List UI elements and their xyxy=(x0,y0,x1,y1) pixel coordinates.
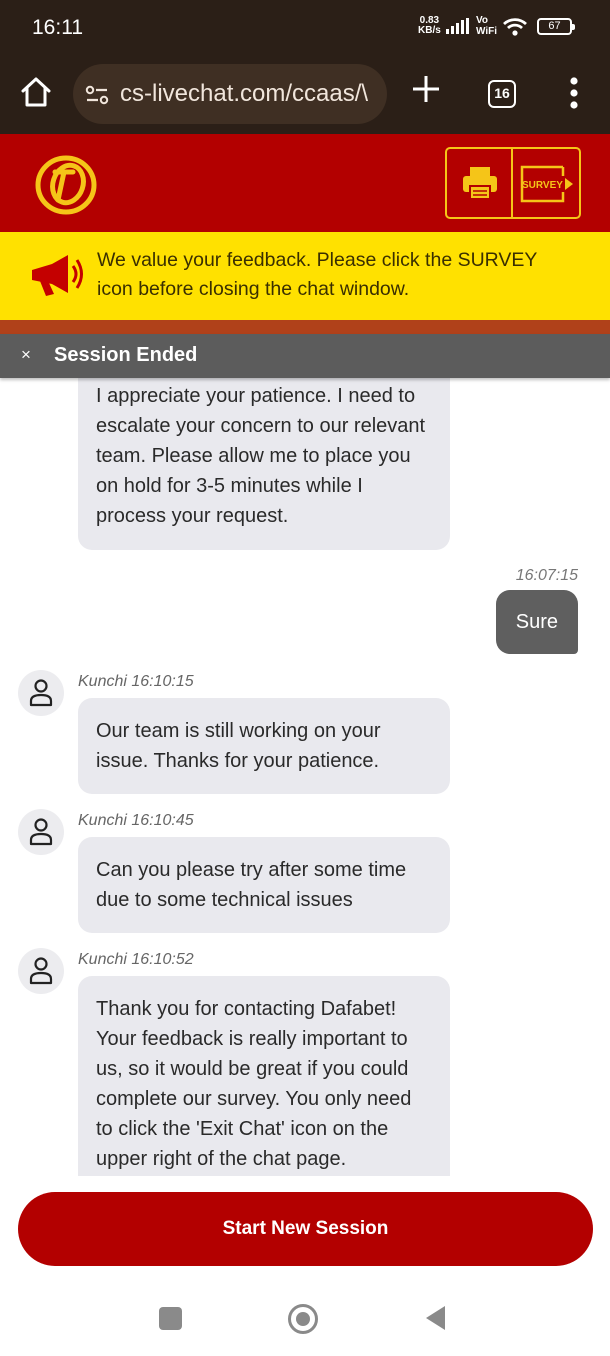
print-button[interactable] xyxy=(447,149,513,217)
session-ended-bar: × Session Ended xyxy=(0,334,610,378)
agent-message-meta: Kunchi 16:10:52 xyxy=(78,951,194,968)
network-speed: 0.83 KB/s xyxy=(418,16,441,36)
agent-message-meta: Kunchi 16:10:15 xyxy=(78,673,194,690)
user-avatar-icon xyxy=(29,679,53,707)
printer-icon xyxy=(463,167,497,200)
vowifi-vo: Vo xyxy=(476,15,489,26)
agent-message-bubble: I appreciate your patience. I need to es… xyxy=(78,378,450,550)
nav-back-icon[interactable] xyxy=(423,1304,447,1332)
dafabet-logo xyxy=(35,155,97,215)
site-settings-icon[interactable] xyxy=(85,84,109,106)
survey-button[interactable]: SURVEY xyxy=(513,149,579,217)
chat-transcript[interactable]: I appreciate your patience. I need to es… xyxy=(0,378,610,1176)
user-avatar-icon xyxy=(29,818,53,846)
survey-label: SURVEY xyxy=(522,180,563,191)
close-icon[interactable]: × xyxy=(21,345,31,365)
agent-message-bubble: Our team is still working on your issue.… xyxy=(78,698,450,794)
wifi-icon xyxy=(503,18,527,36)
agent-avatar xyxy=(18,948,64,994)
vowifi-label: WiFi xyxy=(476,26,498,37)
url-text: cs-livechat.com/ccaas/\ xyxy=(120,80,369,107)
nav-recents-icon[interactable] xyxy=(159,1307,182,1330)
signal-icon xyxy=(446,18,469,34)
network-speed-unit: KB/s xyxy=(418,25,441,36)
nav-home-icon[interactable] xyxy=(287,1303,319,1335)
battery-indicator: 67 xyxy=(537,18,575,35)
feedback-banner: We value your feedback. Please click the… xyxy=(0,232,610,320)
more-vert-icon[interactable] xyxy=(562,75,586,111)
megaphone-icon xyxy=(32,255,83,296)
plus-icon[interactable] xyxy=(410,73,442,105)
status-time: 16:11 xyxy=(32,16,83,39)
agent-message-bubble: Can you please try after some time due t… xyxy=(78,837,450,933)
user-avatar-icon xyxy=(29,957,53,985)
status-bar: 16:11 0.83 KB/s Vo WiFi 67 xyxy=(0,0,610,56)
browser-toolbar: cs-livechat.com/ccaas/\ 16 xyxy=(0,56,610,134)
agent-message-bubble: Thank you for contacting Dafabet! Your f… xyxy=(78,976,450,1176)
feedback-message: We value your feedback. Please click the… xyxy=(97,249,538,300)
vowifi-indicator: Vo WiFi xyxy=(476,15,497,37)
user-message-timestamp: 16:07:15 xyxy=(515,567,578,584)
tabs-icon[interactable]: 16 xyxy=(488,80,516,108)
address-bar[interactable]: cs-livechat.com/ccaas/\ xyxy=(73,64,387,124)
header-actions: SURVEY xyxy=(445,147,581,219)
site-header: SURVEY xyxy=(0,134,610,232)
agent-message-meta: Kunchi 16:10:45 xyxy=(78,812,194,829)
user-message-bubble: Sure xyxy=(495,590,578,654)
home-icon[interactable] xyxy=(18,74,54,110)
agent-avatar xyxy=(18,809,64,855)
session-status-title: Session Ended xyxy=(54,344,198,366)
agent-avatar xyxy=(18,670,64,716)
system-nav-bar xyxy=(0,1286,610,1356)
divider-strip xyxy=(0,320,610,334)
start-new-session-button[interactable]: Start New Session xyxy=(18,1192,593,1266)
